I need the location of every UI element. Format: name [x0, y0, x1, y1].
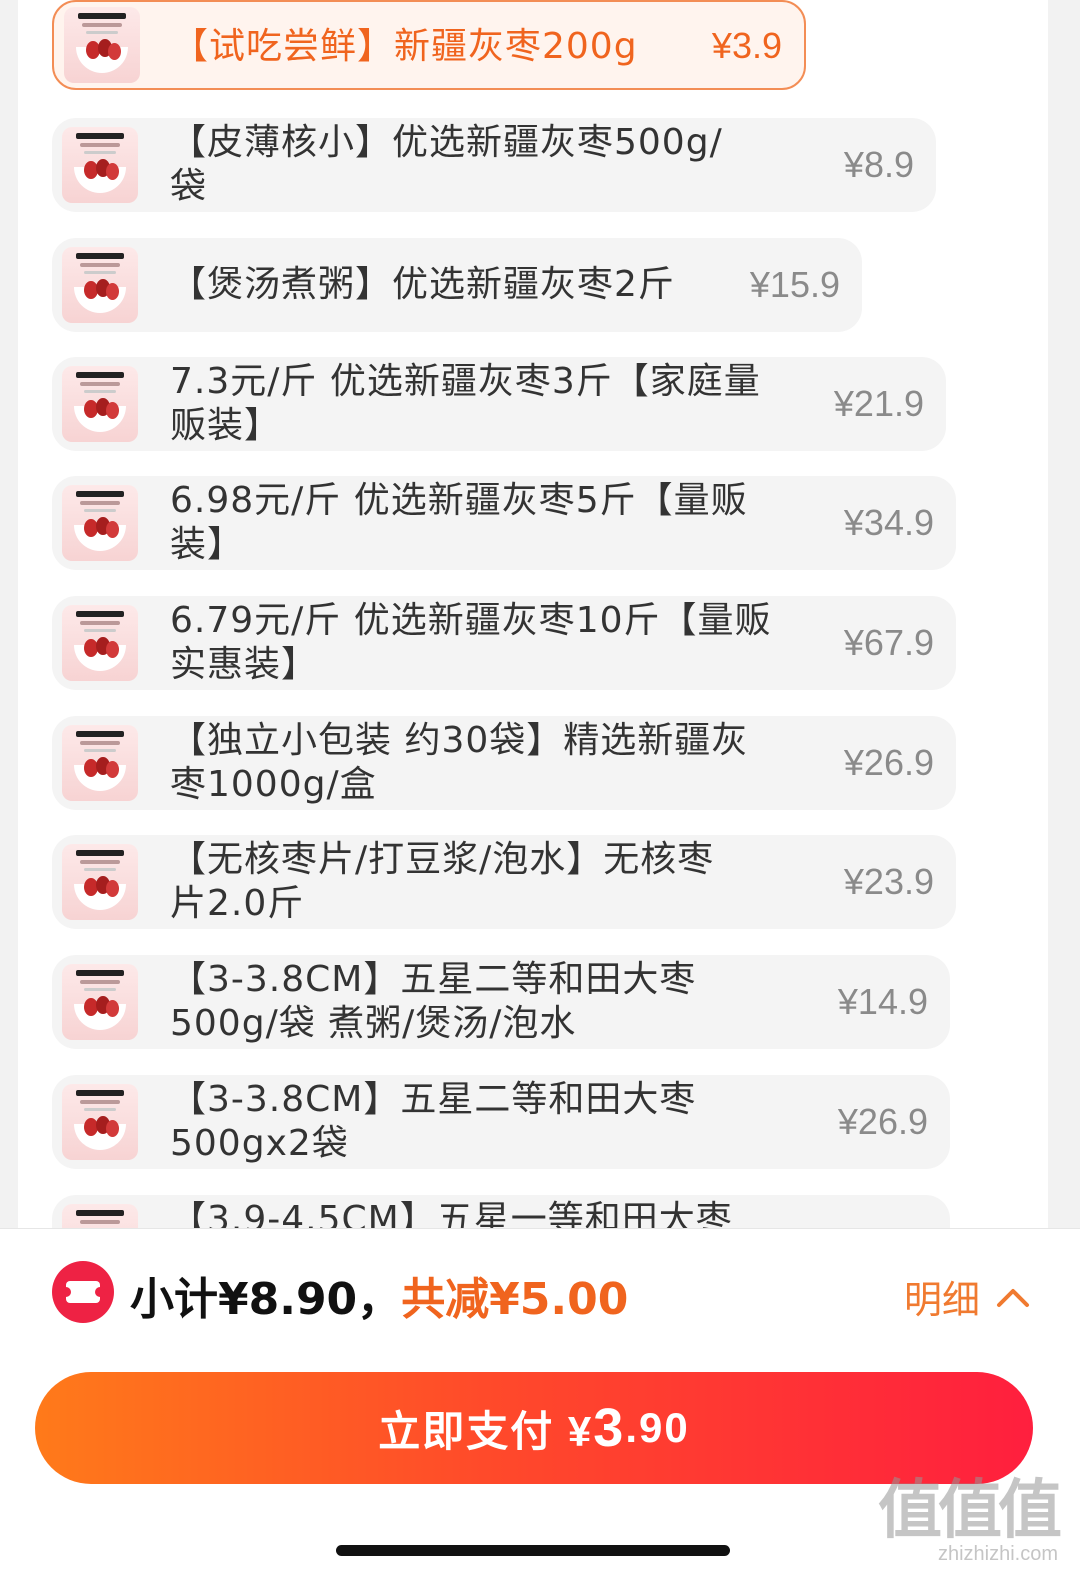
sku-option[interactable]: 【无核枣片/打豆浆/泡水】无核枣 片2.0斤 ¥23.9: [52, 835, 956, 929]
sku-option[interactable]: 【皮薄核小】优选新疆灰枣500g/ 袋 ¥8.9: [52, 118, 936, 212]
price-summary: 小计¥8.90， 共减¥5.00: [130, 1263, 628, 1327]
checkout-bar: 小计¥8.90， 共减¥5.00 明细 立即支付 ¥ 3 .90 值值值 zhi…: [0, 1228, 1080, 1587]
product-thumbnail: [62, 127, 138, 203]
sku-option-price: ¥3.9: [711, 25, 782, 66]
sku-option-title: 【3-3.8CM】五星二等和田大枣 500g/袋 煮粥/煲汤/泡水: [170, 959, 697, 1044]
sku-option-title: 【无核枣片/打豆浆/泡水】无核枣 片2.0斤: [170, 839, 715, 924]
sku-option-title: 【独立小包装 约30袋】精选新疆灰 枣1000g/盒: [170, 720, 749, 805]
sku-option[interactable]: 7.3元/斤 优选新疆灰枣3斤【家庭量 贩装】 ¥21.9: [52, 357, 946, 451]
coupon-icon: [52, 1261, 114, 1323]
sku-option[interactable]: 6.79元/斤 优选新疆灰枣10斤【量贩 实惠装】 ¥67.9: [52, 596, 956, 690]
sku-option-price: ¥8.9: [843, 144, 914, 185]
watermark: 值值值 zhizhizhi.com: [878, 1474, 1062, 1566]
sku-option-price: ¥26.9: [843, 742, 934, 783]
product-thumbnail: [62, 366, 138, 442]
sku-option[interactable]: 【煲汤煮粥】优选新疆灰枣2斤 ¥15.9: [52, 238, 862, 332]
product-thumbnail: [62, 844, 138, 920]
sku-option-price: ¥14.9: [837, 981, 928, 1022]
product-thumbnail: [62, 1084, 138, 1160]
sku-option[interactable]: 【独立小包装 约30袋】精选新疆灰 枣1000g/盒 ¥26.9: [52, 716, 956, 810]
pay-amount-decimal: .90: [625, 1404, 690, 1451]
sku-option-title: 【试吃尝鲜】新疆灰枣200g: [172, 26, 638, 67]
sku-option-title: 【3-3.8CM】五星二等和田大枣 500gx2袋: [170, 1079, 697, 1164]
sku-option[interactable]: 【试吃尝鲜】新疆灰枣200g ¥3.9: [52, 0, 806, 90]
pay-label: 立即支付 ¥: [378, 1407, 594, 1455]
sku-option-title: 7.3元/斤 优选新疆灰枣3斤【家庭量 贩装】: [170, 361, 761, 446]
sku-option-title: 6.98元/斤 优选新疆灰枣5斤【量贩 装】: [170, 480, 748, 565]
sku-option-price: ¥26.9: [837, 1101, 928, 1142]
pay-now-button[interactable]: 立即支付 ¥ 3 .90: [35, 1372, 1033, 1484]
subtotal-text: 小计¥8.90，: [130, 1274, 402, 1325]
pay-amount-integer: 3: [593, 1398, 626, 1458]
product-thumbnail: [62, 247, 138, 323]
product-thumbnail: [64, 7, 140, 83]
sku-option-title: 【煲汤煮粥】优选新疆灰枣2斤: [170, 264, 675, 305]
sku-option-sheet: 【试吃尝鲜】新疆灰枣200g ¥3.9 【皮薄核小】优选新疆灰枣500g/ 袋 …: [18, 0, 1048, 1240]
detail-label: 明细: [903, 1278, 980, 1322]
home-indicator[interactable]: [336, 1545, 730, 1556]
sku-option-price: ¥34.9: [843, 502, 934, 543]
detail-toggle[interactable]: 明细: [904, 1269, 1030, 1324]
sku-option[interactable]: 【3-3.8CM】五星二等和田大枣 500gx2袋 ¥26.9: [52, 1075, 950, 1169]
product-thumbnail: [62, 605, 138, 681]
chevron-up-icon: [997, 1288, 1029, 1307]
sku-option[interactable]: 【3-3.8CM】五星二等和田大枣 500g/袋 煮粥/煲汤/泡水 ¥14.9: [52, 955, 950, 1049]
discount-text: 共减¥5.00: [401, 1274, 629, 1325]
product-thumbnail: [62, 485, 138, 561]
sku-option-title: 【皮薄核小】优选新疆灰枣500g/ 袋: [170, 122, 723, 207]
sku-option-price: ¥67.9: [843, 622, 934, 663]
product-thumbnail: [62, 964, 138, 1040]
sku-option[interactable]: 6.98元/斤 优选新疆灰枣5斤【量贩 装】 ¥34.9: [52, 476, 956, 570]
sku-option-price: ¥21.9: [833, 383, 924, 424]
sku-option-price: ¥23.9: [843, 861, 934, 902]
sku-option-price: ¥15.9: [749, 264, 840, 305]
watermark-logo: 值值值: [878, 1474, 1062, 1548]
sku-option-title: 6.79元/斤 优选新疆灰枣10斤【量贩 实惠装】: [170, 600, 772, 685]
product-thumbnail: [62, 725, 138, 801]
